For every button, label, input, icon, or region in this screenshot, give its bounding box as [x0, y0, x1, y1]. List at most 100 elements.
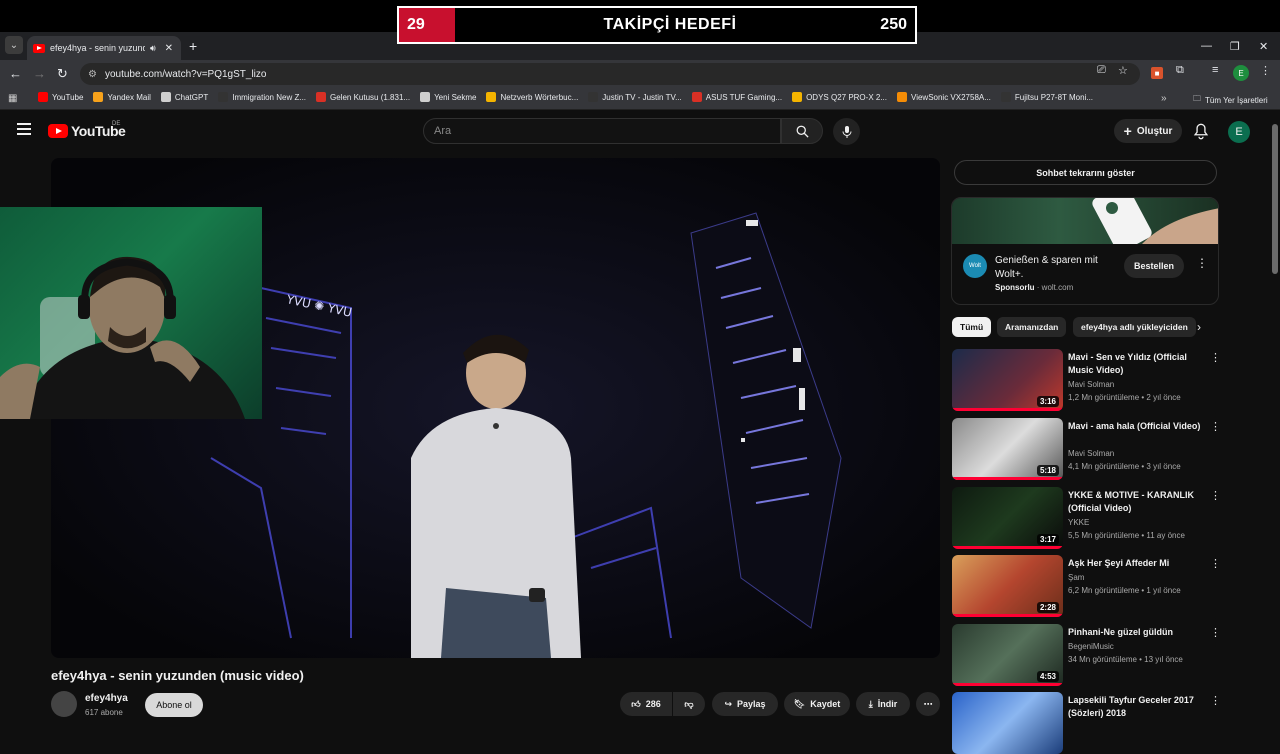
- recommendation-thumbnail[interactable]: 2:28: [952, 555, 1063, 617]
- like-count: 286: [645, 699, 661, 709]
- ad-cta-button[interactable]: Bestellen: [1124, 254, 1184, 278]
- watch-progress-bar: [952, 477, 1063, 480]
- bookmark-item[interactable]: ChatGPT: [160, 92, 209, 102]
- all-bookmarks-folder[interactable]: 🗀︎ Tüm Yer İşaretleri: [1193, 93, 1268, 107]
- more-horizontal-icon: ⋯: [923, 698, 933, 709]
- sponsored-label: Sponsorlu: [995, 283, 1035, 292]
- recommendation-channel[interactable]: Mavi Solman: [1068, 380, 1114, 389]
- cast-icon[interactable]: ⎚: [1097, 64, 1106, 77]
- minimize-icon[interactable]: —: [1201, 40, 1212, 52]
- recommendation-title[interactable]: YKKE & MOTIVE - KARANLIK (Official Video…: [1068, 489, 1204, 515]
- watch-progress-bar: [952, 683, 1063, 686]
- create-button[interactable]: + Oluştur: [1114, 119, 1182, 143]
- bookmark-favicon-icon: [1000, 92, 1011, 102]
- share-button[interactable]: ↪ Paylaş: [712, 692, 778, 716]
- recommendation-title[interactable]: Mavi - Sen ve Yıldız (Official Music Vid…: [1068, 351, 1204, 377]
- hamburger-menu-icon[interactable]: [17, 123, 31, 135]
- chevron-right-icon[interactable]: ›: [1197, 320, 1201, 334]
- restore-icon[interactable]: ❐: [1230, 40, 1240, 53]
- download-button[interactable]: ⤓ İndir: [856, 692, 910, 716]
- download-label: İndir: [877, 699, 898, 709]
- chip-from-uploader[interactable]: efey4hya adlı yükleyiciden: [1073, 317, 1196, 337]
- channel-avatar[interactable]: [51, 691, 77, 717]
- bookmark-item[interactable]: Gelen Kutusu (1.831...: [316, 92, 410, 102]
- recommendation-thumbnail[interactable]: 5:18: [952, 418, 1063, 480]
- subscribe-button[interactable]: Abone ol: [145, 693, 203, 717]
- more-options-icon[interactable]: ⋮: [1210, 626, 1221, 639]
- recommendation-channel[interactable]: Şam: [1068, 573, 1084, 582]
- address-bar[interactable]: ⚙ youtube.com/watch?v=PQ1gST_lizo: [80, 63, 1140, 85]
- dislike-button[interactable]: 👎︎: [673, 692, 705, 716]
- close-tab-icon[interactable]: ✕: [165, 43, 173, 54]
- recommendation-thumbnail[interactable]: 3:17: [952, 487, 1063, 549]
- bookmark-star-icon[interactable]: ☆: [1118, 64, 1128, 77]
- recommendation-title[interactable]: Mavi - ama hala (Official Video): [1068, 420, 1204, 433]
- bookmark-label: ChatGPT: [174, 92, 209, 102]
- reload-icon[interactable]: ↻: [57, 66, 68, 82]
- notifications-bell-icon[interactable]: [1193, 123, 1209, 145]
- channel-name[interactable]: efey4hya: [85, 693, 128, 704]
- bookmark-item[interactable]: YouTube: [38, 92, 83, 102]
- more-actions-button[interactable]: ⋯: [916, 692, 940, 716]
- search-input[interactable]: Ara: [423, 118, 781, 144]
- recommendation-title[interactable]: Aşk Her Şeyi Affeder Mi: [1068, 557, 1204, 570]
- bookmark-label: Immigration New Z...: [232, 92, 307, 102]
- more-options-icon[interactable]: ⋮: [1210, 557, 1221, 570]
- recommendation-channel[interactable]: Mavi Solman: [1068, 449, 1114, 458]
- bookmark-item[interactable]: Netzverb Wörterbuc...: [486, 92, 578, 102]
- bookmark-item[interactable]: Yeni Sekme: [420, 92, 476, 102]
- like-button[interactable]: 👍︎ 286: [620, 692, 672, 716]
- bookmark-item[interactable]: Yandex Mail: [93, 92, 151, 102]
- recommendation-channel[interactable]: YKKE: [1068, 518, 1089, 527]
- chip-all[interactable]: Tümü: [952, 317, 992, 337]
- site-info-icon[interactable]: ⚙: [88, 69, 97, 80]
- new-tab-button[interactable]: +: [189, 38, 197, 54]
- recommendation-thumbnail[interactable]: 4:53: [952, 624, 1063, 686]
- all-bookmarks-label: Tüm Yer İşaretleri: [1205, 95, 1268, 105]
- url-text[interactable]: youtube.com/watch?v=PQ1gST_lizo: [105, 69, 266, 80]
- chip-from-search[interactable]: Aramanızdan: [997, 317, 1067, 337]
- browser-tab-active[interactable]: efey4hya - senin yuzunden 🔊︎ ✕: [27, 36, 181, 60]
- sponsored-ad-card[interactable]: Wolt Genießen & sparen mit Wolt+. Sponso…: [951, 197, 1219, 305]
- recommendation-title[interactable]: Pinhani-Ne güzel güldün: [1068, 626, 1204, 639]
- show-chat-replay-button[interactable]: Sohbet tekrarını göster: [954, 160, 1217, 185]
- recommendation-title[interactable]: Lapsekili Tayfur Geceler 2017 (Sözleri) …: [1068, 694, 1204, 720]
- forward-icon[interactable]: →: [33, 66, 46, 81]
- voice-search-button[interactable]: [833, 118, 860, 145]
- browser-profile-avatar[interactable]: E: [1233, 65, 1249, 81]
- ad-title[interactable]: Genießen & sparen mit Wolt+.: [995, 254, 1113, 282]
- extensions-puzzle-icon[interactable]: ⧉: [1176, 64, 1184, 77]
- recommendation-thumbnail[interactable]: [952, 692, 1063, 754]
- ad-more-icon[interactable]: ⋮: [1196, 256, 1208, 270]
- search-button[interactable]: [781, 118, 823, 144]
- audio-playing-icon[interactable]: 🔊︎: [150, 43, 156, 54]
- bookmark-label: ViewSonic VX2758A...: [911, 92, 991, 102]
- browser-menu-icon[interactable]: ⋮: [1260, 64, 1271, 77]
- save-button[interactable]: 🔖︎ Kaydet: [784, 692, 850, 716]
- bookmark-item[interactable]: ODYS Q27 PRO-X 2...: [792, 92, 887, 102]
- back-icon[interactable]: ←: [9, 66, 22, 81]
- bookmark-label: ASUS TUF Gaming...: [705, 92, 783, 102]
- recommendation-meta: 34 Mn görüntüleme • 13 yıl önce: [1068, 655, 1183, 664]
- apps-grid-icon[interactable]: ▦: [8, 93, 17, 104]
- window-close-icon[interactable]: ✕: [1259, 40, 1268, 53]
- extension-icon[interactable]: ■: [1151, 67, 1163, 79]
- scrollbar-thumb[interactable]: [1272, 124, 1278, 274]
- recommendation-thumbnail[interactable]: 3:16: [952, 349, 1063, 411]
- tab-list-button[interactable]: ⌄: [5, 36, 23, 54]
- media-control-icon[interactable]: ≡: [1212, 64, 1218, 76]
- bookmark-item[interactable]: Fujitsu P27-8T Moni...: [1000, 92, 1093, 102]
- bookmark-item[interactable]: ASUS TUF Gaming...: [691, 92, 783, 102]
- more-bookmarks-icon[interactable]: »: [1161, 93, 1167, 104]
- more-options-icon[interactable]: ⋮: [1210, 694, 1221, 707]
- user-avatar[interactable]: E: [1228, 121, 1250, 143]
- bookmark-item[interactable]: Justin TV - Justin TV...: [588, 92, 682, 102]
- more-options-icon[interactable]: ⋮: [1210, 420, 1221, 433]
- bookmark-item[interactable]: ViewSonic VX2758A...: [897, 92, 991, 102]
- more-options-icon[interactable]: ⋮: [1210, 489, 1221, 502]
- recommendation-channel[interactable]: BegeniMusic: [1068, 642, 1114, 651]
- page-scrollbar[interactable]: [1270, 110, 1280, 720]
- bookmark-item[interactable]: Immigration New Z...: [218, 92, 306, 102]
- bookmark-favicon-icon: [38, 92, 48, 102]
- more-options-icon[interactable]: ⋮: [1210, 351, 1221, 364]
